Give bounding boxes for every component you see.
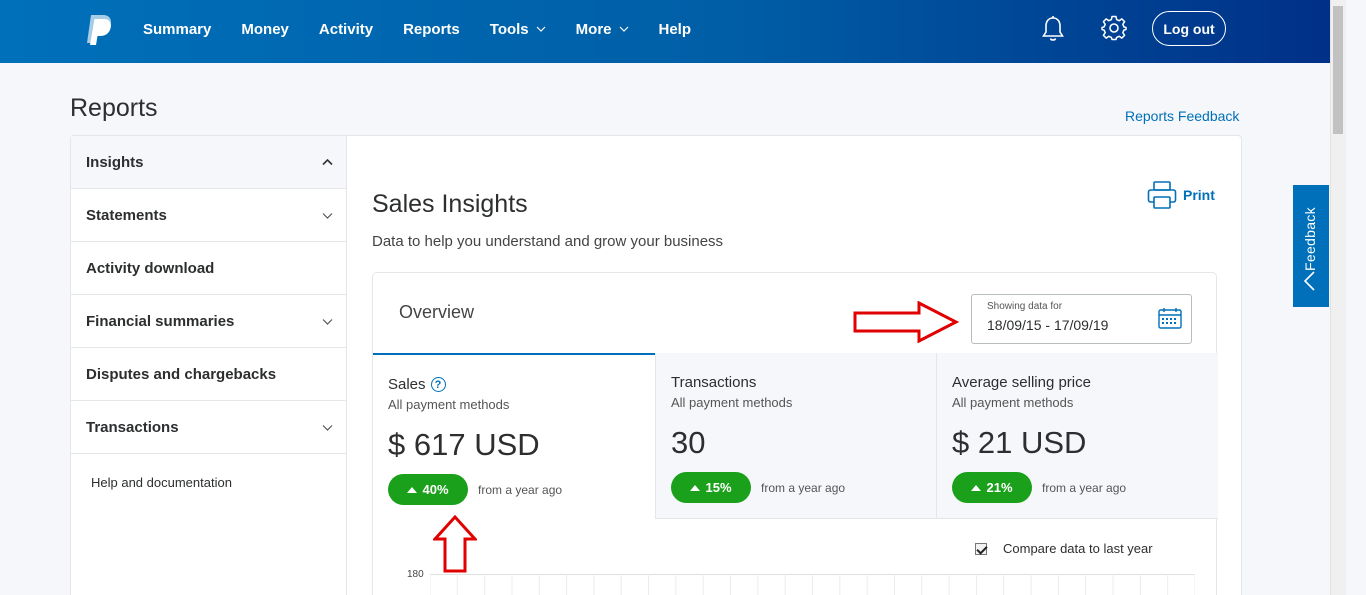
printer-icon	[1147, 181, 1177, 209]
chevron-down-icon	[322, 213, 333, 219]
change-badge: 15%	[671, 472, 751, 503]
nav-summary[interactable]: Summary	[143, 21, 211, 38]
section-subtitle: Data to help you understand and grow you…	[372, 233, 724, 250]
calendar-icon	[1158, 308, 1182, 329]
nav-label: Activity	[318, 20, 374, 38]
sidebar-item-activity-download[interactable]: Activity download	[71, 242, 346, 295]
notification-bell-icon[interactable]	[1041, 15, 1065, 43]
chevron-up-icon	[322, 158, 333, 166]
sidebar-item-statements[interactable]: Statements	[71, 189, 346, 242]
change-period: from a year ago	[478, 483, 563, 497]
nav-help[interactable]: Help	[659, 21, 692, 38]
metric-name: Average selling price	[952, 374, 1091, 391]
help-question-icon[interactable]: ?	[430, 377, 446, 392]
nav-label: Summary	[143, 20, 212, 38]
change-period: from a year ago	[761, 481, 846, 495]
nav-label: Tools	[489, 20, 529, 38]
tab-transactions[interactable]: Transactions All payment methods 30 15% …	[655, 353, 937, 519]
nav-label: Help	[658, 20, 692, 38]
nav-tools[interactable]: Tools	[490, 21, 546, 38]
print-label: Print	[1183, 187, 1215, 203]
metric-subtitle: All payment methods	[388, 397, 510, 412]
help-documentation-link[interactable]: Help and documentation	[91, 475, 232, 490]
metric-subtitle: All payment methods	[952, 395, 1074, 410]
metric-name: Transactions	[671, 374, 757, 391]
chevron-left-icon	[1303, 271, 1315, 291]
main-nav: Summary Money Activity Reports Tools Mor…	[143, 0, 721, 58]
sidebar-item-label: Disputes and chargebacks	[86, 365, 277, 383]
sidebar-item-disputes[interactable]: Disputes and chargebacks	[71, 348, 346, 401]
compare-last-year-checkbox[interactable]: Compare data to last year	[975, 541, 1153, 556]
change-value: 15%	[705, 480, 732, 495]
checkbox-checked-icon	[975, 542, 987, 555]
tab-sales[interactable]: Sales ? All payment methods $ 617 USD 40…	[373, 353, 655, 519]
nav-label: Money	[241, 20, 289, 38]
sidebar-item-insights[interactable]: Insights	[71, 136, 346, 189]
sidebar-item-transactions[interactable]: Transactions	[71, 401, 346, 454]
change-badge: 21%	[952, 472, 1032, 503]
top-navigation-bar: Summary Money Activity Reports Tools Mor…	[0, 0, 1330, 63]
date-range-picker[interactable]: Showing data for 18/09/15 - 17/09/19	[971, 294, 1192, 344]
feedback-tab-label: Feedback	[1302, 207, 1318, 271]
feedback-side-tab[interactable]: Feedback	[1293, 185, 1329, 307]
compare-label: Compare data to last year	[1003, 541, 1153, 556]
metric-value: $ 21 USD	[952, 425, 1087, 460]
nav-more[interactable]: More	[576, 21, 629, 38]
logout-button[interactable]: Log out	[1152, 11, 1226, 46]
metric-value: 30	[671, 425, 706, 460]
metric-name-text: Sales	[388, 376, 426, 393]
date-range-value: 18/09/15 - 17/09/19	[987, 317, 1109, 333]
metric-name: Sales ?	[388, 376, 446, 393]
date-range-label: Showing data for	[987, 301, 1063, 312]
chevron-down-icon	[322, 319, 333, 325]
annotation-arrow-right-icon	[853, 301, 959, 343]
section-title: Sales Insights	[372, 190, 528, 218]
chevron-down-icon	[322, 425, 333, 431]
insights-content: Sales Insights Data to help you understa…	[347, 136, 1241, 595]
metric-tabs: Sales ? All payment methods $ 617 USD 40…	[373, 353, 1218, 519]
sidebar-item-label: Insights	[86, 153, 144, 171]
nav-money[interactable]: Money	[241, 21, 289, 38]
triangle-up-icon	[971, 484, 982, 491]
sidebar-item-label: Financial summaries	[86, 312, 235, 330]
y-axis-tick: 180	[407, 569, 424, 580]
reports-sidebar: Insights Statements Activity download Fi…	[71, 136, 347, 595]
overview-label: Overview	[399, 302, 475, 322]
scrollbar-thumb[interactable]	[1333, 6, 1343, 134]
sidebar-item-label: Transactions	[86, 418, 179, 436]
nav-label: More	[575, 20, 612, 38]
settings-gear-icon[interactable]	[1101, 15, 1127, 41]
reports-card: Insights Statements Activity download Fi…	[70, 135, 1242, 595]
nav-reports[interactable]: Reports	[403, 21, 460, 38]
reports-feedback-link[interactable]: Reports Feedback	[1125, 108, 1239, 124]
print-button[interactable]: Print	[1147, 181, 1215, 209]
nav-activity[interactable]: Activity	[319, 21, 373, 38]
sidebar-item-label: Statements	[86, 206, 167, 224]
triangle-up-icon	[690, 484, 701, 491]
paypal-logo-icon[interactable]	[84, 14, 114, 46]
triangle-up-icon	[407, 486, 418, 493]
change-value: 21%	[986, 480, 1013, 495]
sidebar-item-financial-summaries[interactable]: Financial summaries	[71, 295, 346, 348]
metric-value: $ 617 USD	[388, 427, 540, 462]
page-title: Reports	[70, 94, 158, 122]
change-badge: 40%	[388, 474, 468, 505]
nav-label: Reports	[403, 20, 460, 38]
overview-panel: Overview Showing data for 18/09/15 - 17/…	[372, 272, 1218, 595]
change-value: 40%	[422, 482, 449, 497]
annotation-arrow-up-icon	[433, 515, 477, 573]
chart-grid	[430, 574, 1195, 595]
chevron-down-icon	[619, 26, 628, 32]
tab-average-selling-price[interactable]: Average selling price All payment method…	[936, 353, 1218, 519]
sidebar-item-label: Activity download	[86, 259, 215, 277]
metric-subtitle: All payment methods	[671, 395, 793, 410]
change-period: from a year ago	[1042, 481, 1127, 495]
chevron-down-icon	[536, 26, 546, 32]
